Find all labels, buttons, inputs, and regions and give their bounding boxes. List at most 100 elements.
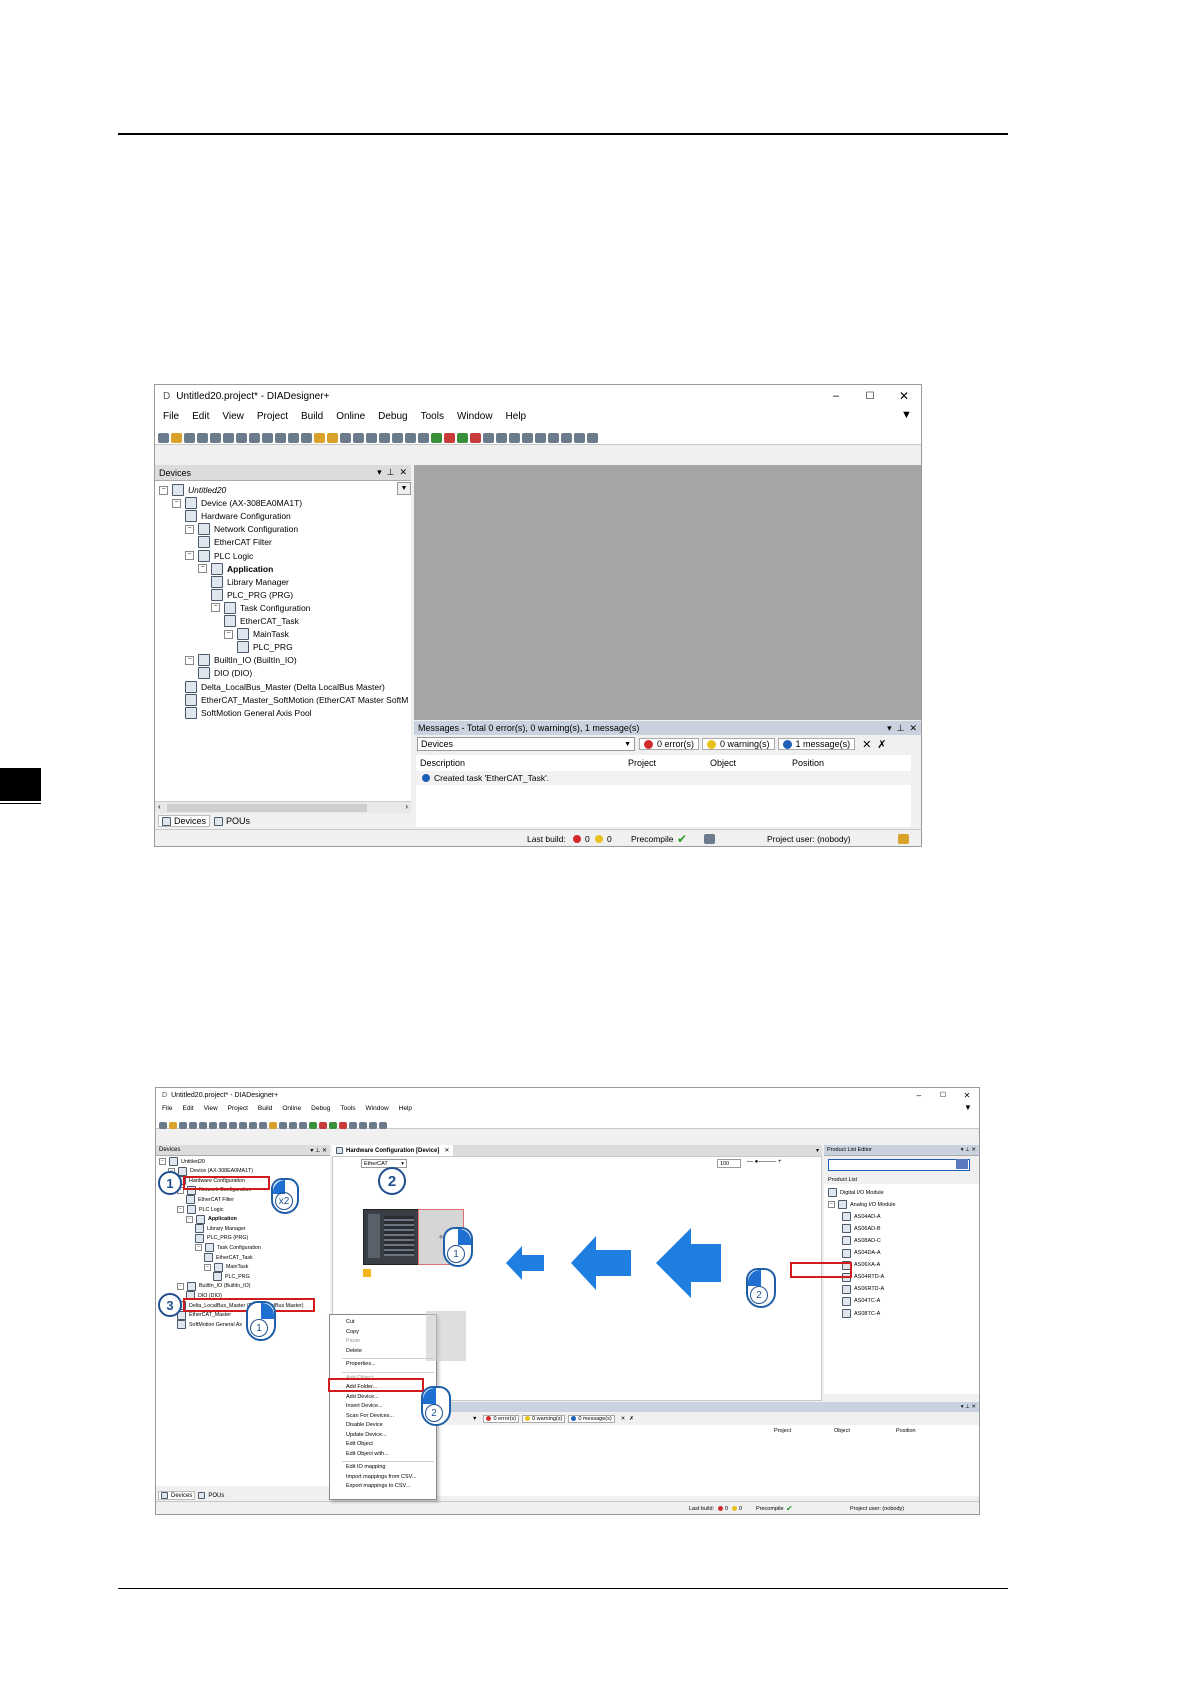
tree-item[interactable]: − Application	[186, 1214, 237, 1224]
run-icon[interactable]	[329, 1122, 337, 1130]
menu-item[interactable]: Online	[282, 1105, 301, 1112]
context-menu-item[interactable]: Update Device...	[346, 1432, 387, 1438]
step-into-icon[interactable]	[522, 432, 533, 443]
new-icon[interactable]	[158, 432, 169, 443]
errors-toggle[interactable]: 0 error(s)	[639, 738, 700, 750]
logout-icon[interactable]	[319, 1122, 327, 1130]
menu-item[interactable]: Help	[399, 1105, 412, 1112]
download-icon[interactable]	[392, 432, 403, 443]
column-header[interactable]: Project	[628, 758, 656, 768]
messages-toggle[interactable]: 1 message(s)	[777, 738, 856, 750]
menu-item[interactable]: Debug	[311, 1105, 330, 1112]
collapse-icon[interactable]: −	[159, 485, 168, 495]
config-icon[interactable]	[418, 432, 429, 443]
write-values-icon[interactable]	[548, 432, 559, 443]
generate-icon[interactable]	[379, 432, 390, 443]
collapse-icon[interactable]: −	[159, 1158, 166, 1165]
build-icon[interactable]	[340, 432, 351, 443]
context-menu-item[interactable]: Add Device...	[346, 1394, 379, 1400]
paste-icon[interactable]	[262, 432, 273, 443]
refresh-icon[interactable]	[379, 1122, 387, 1130]
close-button[interactable]: ✕	[887, 389, 921, 403]
new-icon[interactable]	[159, 1122, 167, 1130]
menu-item[interactable]: Project	[228, 1105, 248, 1112]
tab-pous[interactable]: POUs	[214, 816, 250, 826]
collapse-icon[interactable]: −	[204, 1263, 211, 1271]
menu-item[interactable]: Tools	[421, 411, 444, 422]
rebuild-icon[interactable]	[353, 432, 364, 443]
warnings-toggle[interactable]: 0 warning(s)	[522, 1414, 566, 1423]
lock-icon[interactable]	[898, 833, 909, 844]
device-icon[interactable]	[299, 1122, 307, 1130]
force-values-icon[interactable]	[561, 432, 572, 443]
tree-item[interactable]: − Untitled20	[159, 484, 226, 496]
context-menu-item[interactable]: Disable Device	[346, 1422, 383, 1428]
collapse-icon[interactable]: −	[185, 655, 194, 665]
menu-item[interactable]: Debug	[378, 411, 407, 422]
tree-item[interactable]: AS04DA-A	[842, 1248, 881, 1258]
delete-icon[interactable]	[275, 432, 286, 443]
open-icon[interactable]	[171, 432, 182, 443]
delete-icon[interactable]	[249, 1122, 257, 1130]
context-menu-item[interactable]: Edit Object	[346, 1441, 373, 1447]
collapse-icon[interactable]: −	[177, 1206, 184, 1213]
column-header[interactable]: Object	[710, 758, 736, 768]
menu-item[interactable]: Tools	[340, 1105, 355, 1112]
copy-icon[interactable]	[249, 432, 260, 443]
messages-toggle[interactable]: 0 message(s)	[568, 1414, 615, 1423]
step-over-icon[interactable]	[509, 432, 520, 443]
tree-item[interactable]: EtherCAT_Task	[224, 615, 299, 627]
minimize-button[interactable]: –	[819, 390, 853, 402]
tree-item[interactable]: EtherCAT Filter	[186, 1195, 234, 1205]
tree-item[interactable]: − Task Configuration	[211, 601, 310, 614]
context-menu-item[interactable]: Import mappings from CSV...	[346, 1474, 416, 1480]
collapse-icon[interactable]: −	[195, 1244, 202, 1252]
tree-item[interactable]: − Device (AX-308EA0MA1T)	[172, 497, 302, 510]
context-menu-item[interactable]: Scan For Devices...	[346, 1413, 394, 1419]
warnings-toggle[interactable]: 0 warning(s)	[702, 738, 775, 750]
undo-icon[interactable]	[210, 432, 221, 443]
context-menu-item[interactable]: Properties...	[346, 1361, 376, 1367]
tree-item[interactable]: DIO (DIO)	[198, 667, 252, 680]
zoom-slider[interactable]: — ●——— +	[747, 1159, 807, 1168]
rebuild-icon[interactable]	[289, 1122, 297, 1130]
cut-icon[interactable]	[236, 432, 247, 443]
tree-item[interactable]: AS04AD-A	[842, 1212, 881, 1222]
tree-item[interactable]: − Untitled20	[159, 1157, 205, 1166]
stop-icon[interactable]	[339, 1122, 347, 1130]
tree-item[interactable]: PLC_PRG (PRG)	[195, 1233, 248, 1243]
menu-item[interactable]: Edit	[192, 411, 209, 422]
logout-icon[interactable]	[444, 432, 455, 443]
clear-all-icon[interactable]: ✗	[629, 1416, 634, 1422]
tab-devices[interactable]: Devices	[158, 1491, 196, 1500]
find-icon[interactable]	[259, 1122, 267, 1130]
menu-item[interactable]: Edit	[182, 1105, 193, 1112]
collapse-icon[interactable]: −	[198, 564, 207, 574]
user-icon[interactable]	[704, 833, 715, 844]
tree-item[interactable]: − PLC Logic	[177, 1205, 223, 1214]
login-icon[interactable]	[309, 1122, 317, 1130]
menu-item[interactable]: Build	[258, 1105, 272, 1112]
device-icon[interactable]	[405, 432, 416, 443]
panel-controls[interactable]: ▾ ⊥ ✕	[377, 467, 407, 478]
tree-item[interactable]: Hardware Configuration	[185, 510, 291, 523]
menu-item[interactable]: Window	[457, 411, 493, 422]
collapse-icon[interactable]: −	[828, 1201, 835, 1209]
print-icon[interactable]	[197, 432, 208, 443]
tree-item[interactable]: − Task Configuration	[195, 1243, 261, 1253]
context-menu-item[interactable]: Export mappings to CSV...	[346, 1483, 410, 1489]
tree-item[interactable]: − Network Configuration	[185, 523, 298, 536]
product-search-input[interactable]	[828, 1159, 970, 1171]
tree-item[interactable]: − PLC Logic	[185, 549, 253, 562]
bookmark-next-icon[interactable]	[327, 432, 338, 443]
redo-icon[interactable]	[209, 1122, 217, 1130]
tree-item[interactable]: − MainTask	[204, 1262, 248, 1272]
login-icon[interactable]	[431, 432, 442, 443]
menu-item[interactable]: Build	[301, 411, 323, 422]
close-button[interactable]: ✕	[955, 1091, 979, 1100]
tree-item[interactable]: SoftMotion General Axis Pool	[185, 706, 312, 719]
open-icon[interactable]	[169, 1122, 177, 1130]
zoom-input[interactable]: 100	[717, 1159, 741, 1168]
tree-item[interactable]: − MainTask	[224, 628, 289, 641]
breakpoint-icon[interactable]	[496, 432, 507, 443]
